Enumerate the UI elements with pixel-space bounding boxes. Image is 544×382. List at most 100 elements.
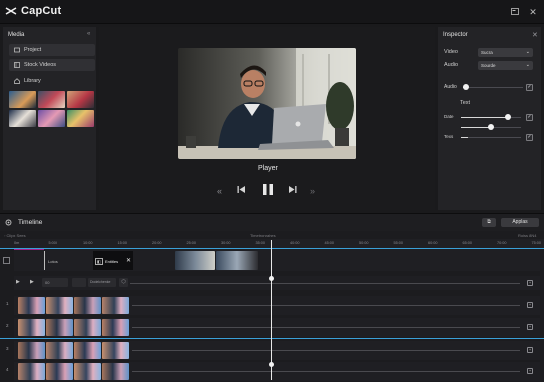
control-field[interactable]: Dodelchenke bbox=[88, 278, 116, 287]
video-clip[interactable] bbox=[74, 363, 101, 380]
video-clip[interactable] bbox=[102, 319, 129, 336]
ruler-tick-label: 50:00 bbox=[359, 241, 369, 245]
audio-label: Audio bbox=[444, 62, 459, 68]
video-clip[interactable] bbox=[46, 319, 73, 336]
ruler-tick-label: 15:00 bbox=[117, 241, 128, 245]
lane-end-icon[interactable]: + bbox=[527, 302, 533, 308]
media-thumbnail[interactable] bbox=[38, 91, 65, 108]
capcut-logo-icon bbox=[5, 7, 17, 15]
ruler-tick-label: 70:00 bbox=[497, 241, 507, 245]
layout-icon[interactable] bbox=[510, 7, 520, 17]
stock-videos-button[interactable]: Stock Videos bbox=[9, 59, 95, 71]
media-thumbnail[interactable] bbox=[67, 91, 94, 108]
video-clip[interactable] bbox=[46, 342, 73, 359]
timeline-right-hint: Roiss 8N4 bbox=[518, 233, 537, 238]
date-checkbox[interactable]: ✓ bbox=[526, 114, 533, 121]
media-panel: Media « Project Stock Videos Library bbox=[3, 27, 96, 210]
track-separator bbox=[0, 338, 544, 339]
main-track-accent bbox=[14, 249, 44, 250]
media-thumbnail[interactable] bbox=[9, 91, 36, 108]
playhead-knob[interactable] bbox=[269, 362, 274, 367]
skip-back-icon[interactable] bbox=[237, 185, 246, 196]
small-field[interactable]: 00 bbox=[42, 278, 68, 287]
ruler-tick-label: 25:00 bbox=[186, 241, 197, 245]
lane-end-icon[interactable]: + bbox=[527, 368, 533, 374]
video-label: Video bbox=[444, 49, 458, 55]
close-icon[interactable]: ✕ bbox=[528, 7, 538, 17]
text-clip-label: Entitles bbox=[105, 259, 119, 264]
video-clip[interactable] bbox=[18, 319, 45, 336]
media-title: Media bbox=[8, 32, 25, 38]
step-icon[interactable]: ▶ bbox=[30, 279, 34, 285]
media-thumbnail[interactable] bbox=[38, 110, 65, 127]
home-icon bbox=[14, 78, 20, 84]
library-button[interactable]: Library bbox=[9, 75, 95, 87]
track-number: 4 bbox=[6, 367, 9, 372]
play-icon[interactable]: ▶ bbox=[16, 279, 20, 285]
rewind-icon[interactable]: « bbox=[217, 186, 222, 196]
timeline-header: Timeline ⧉ Applas bbox=[0, 213, 544, 231]
media-thumbnail[interactable] bbox=[9, 110, 36, 127]
video-clip[interactable] bbox=[74, 319, 101, 336]
lane-end-icon[interactable]: + bbox=[527, 324, 533, 330]
text-clip-icon: ◧ bbox=[95, 258, 103, 265]
fast-forward-icon[interactable]: » bbox=[310, 186, 315, 196]
skip-forward-icon[interactable] bbox=[288, 185, 297, 196]
timeline-title: Timeline bbox=[18, 219, 43, 226]
pause-icon[interactable] bbox=[262, 183, 274, 198]
project-button[interactable]: Project bbox=[9, 44, 95, 56]
texs-slider-track[interactable] bbox=[461, 137, 521, 138]
video-clip[interactable] bbox=[18, 363, 45, 380]
clip-lotos-label: Lotos bbox=[48, 259, 58, 264]
timeline-left-hint-text: Clipx Sees bbox=[6, 233, 26, 238]
video-clip[interactable] bbox=[18, 342, 45, 359]
audio-slider-track[interactable] bbox=[463, 87, 523, 88]
video-select[interactable]: Sucra ⌄ bbox=[478, 48, 533, 57]
shield-icon[interactable]: ⬡ bbox=[119, 278, 128, 287]
second-slider-fill bbox=[461, 127, 491, 128]
video-clip[interactable] bbox=[46, 297, 73, 314]
ruler-tick-label: 0m bbox=[14, 241, 20, 245]
audio-checkbox[interactable]: ✓ bbox=[526, 84, 533, 91]
video-clip[interactable] bbox=[74, 342, 101, 359]
ruler-tick-label: 20:00 bbox=[152, 241, 162, 245]
collapse-icon[interactable]: « bbox=[87, 31, 90, 37]
close-icon[interactable]: ✕ bbox=[126, 257, 131, 264]
ruler-tick-label: 65:00 bbox=[462, 241, 473, 245]
lane-end-icon[interactable]: + bbox=[527, 280, 533, 286]
lane-end-icon[interactable]: + bbox=[527, 347, 533, 353]
ruler-tick-label: 55:00 bbox=[393, 241, 404, 245]
video-clip[interactable] bbox=[18, 297, 45, 314]
folder-icon bbox=[14, 47, 20, 53]
text-clip[interactable]: ◧ Entitles ✕ bbox=[93, 251, 133, 270]
video-clip[interactable] bbox=[175, 251, 215, 270]
track-lock-icon[interactable] bbox=[3, 257, 10, 264]
audio-slider-knob[interactable] bbox=[463, 84, 469, 90]
video-clip[interactable] bbox=[102, 363, 129, 380]
playhead-knob[interactable] bbox=[269, 276, 274, 281]
media-thumbnail[interactable] bbox=[67, 110, 94, 127]
video-clip[interactable] bbox=[102, 297, 129, 314]
playhead[interactable] bbox=[271, 240, 272, 380]
timer-icon[interactable] bbox=[72, 278, 86, 287]
date-slider-knob[interactable] bbox=[504, 114, 511, 120]
app-title: CapCut bbox=[21, 5, 62, 17]
date-slider-label: Date bbox=[444, 114, 454, 119]
clip-lotos[interactable]: Lotos bbox=[44, 251, 92, 270]
video-preview[interactable] bbox=[178, 48, 356, 159]
audio-select[interactable]: Sourde ⌄ bbox=[478, 61, 533, 70]
ruler-tick-label: 5:00l bbox=[48, 241, 57, 245]
chevron-down-icon: ⌄ bbox=[525, 62, 530, 68]
texs-checkbox[interactable]: ✓ bbox=[526, 134, 533, 141]
video-clip[interactable] bbox=[102, 342, 129, 359]
video-clip[interactable] bbox=[46, 363, 73, 380]
apply-button[interactable]: Applas bbox=[501, 218, 539, 227]
lane-line bbox=[132, 305, 520, 306]
video-clip[interactable] bbox=[74, 297, 101, 314]
close-icon[interactable]: ✕ bbox=[532, 31, 538, 39]
lane-line bbox=[132, 327, 520, 328]
settings-icon[interactable] bbox=[5, 219, 12, 226]
video-clip[interactable] bbox=[216, 251, 258, 270]
copy-icon[interactable]: ⧉ bbox=[482, 218, 496, 227]
second-slider-knob[interactable] bbox=[488, 124, 494, 130]
